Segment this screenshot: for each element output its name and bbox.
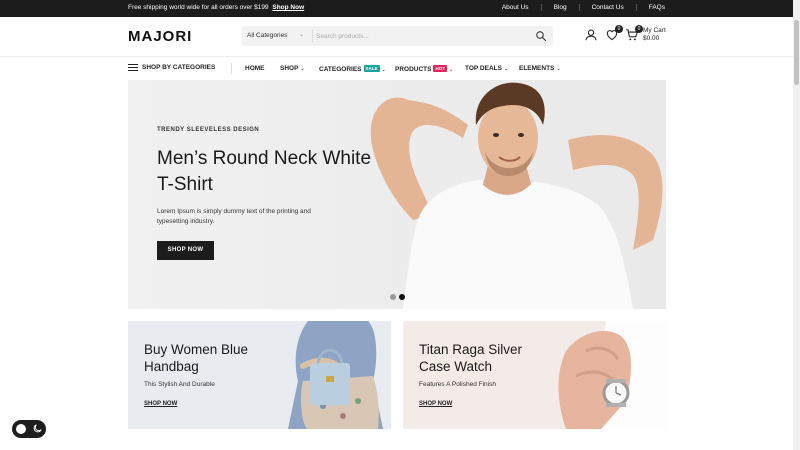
- handbag-model-image: [288, 321, 383, 429]
- nav-top-deals-label: TOP DEALS: [465, 65, 502, 72]
- cart-summary[interactable]: My Cart $0.00: [643, 27, 666, 43]
- nav-elements-label: ELEMENTS: [519, 65, 555, 72]
- toggle-knob: [16, 424, 26, 434]
- site-logo[interactable]: MAJORI: [128, 28, 192, 45]
- shop-by-categories-label: SHOP BY CATEGORIES: [142, 64, 216, 71]
- contact-us-link[interactable]: Contact Us: [578, 4, 624, 11]
- banner-subtitle: This Stylish And Durable: [144, 381, 215, 388]
- chevron-down-icon: ⌄: [381, 67, 386, 73]
- nav-item-shop[interactable]: SHOP ⌄: [280, 65, 305, 72]
- chevron-down-icon: ⌄: [556, 66, 561, 72]
- hero-eyebrow: TRENDY SLEEVELESS DESIGN: [157, 127, 260, 133]
- promo-text: Free shipping world wide for all orders …: [128, 4, 269, 11]
- nav-item-top-deals[interactable]: TOP DEALS ⌄: [465, 65, 508, 72]
- nav-item-products[interactable]: PRODUCTS HOT ⌄: [395, 65, 453, 73]
- slider-dot-2[interactable]: [399, 294, 405, 300]
- shop-by-categories-button[interactable]: SHOP BY CATEGORIES: [128, 64, 215, 71]
- nav-categories-label: CATEGORIES: [319, 66, 362, 73]
- banner-title: Buy Women Blue Handbag: [144, 342, 249, 374]
- site-header: MAJORI All Categories ⌄ 0 0 My Cart $0.0…: [0, 17, 793, 57]
- nav-products-label: PRODUCTS: [395, 66, 432, 73]
- wishlist-button[interactable]: 0: [605, 25, 623, 42]
- top-links: About Us Blog Contact Us FAQs: [478, 4, 665, 11]
- search-bar: All Categories ⌄: [242, 26, 553, 46]
- nav-item-home[interactable]: HOME: [245, 65, 265, 72]
- cart-button[interactable]: 0: [625, 25, 643, 42]
- nav-item-categories[interactable]: CATEGORIES SALE ⌄: [319, 65, 386, 73]
- promo-banner-handbag[interactable]: Buy Women Blue Handbag This Stylish And …: [128, 321, 391, 429]
- promo-message: Free shipping world wide for all orders …: [128, 4, 304, 11]
- chevron-down-icon: ⌄: [299, 32, 305, 38]
- hero-model-image: [370, 82, 663, 309]
- banner-title: Titan Raga Silver Case Watch: [419, 342, 523, 374]
- category-select[interactable]: All Categories: [247, 32, 287, 39]
- banner-shop-now-link[interactable]: SHOP NOW: [419, 401, 452, 407]
- cart-label: My Cart: [643, 27, 666, 34]
- slider-pagination: [390, 294, 408, 300]
- user-icon[interactable]: [584, 28, 598, 42]
- menu-icon: [128, 64, 138, 71]
- search-icon[interactable]: [535, 30, 547, 42]
- blog-link[interactable]: Blog: [540, 4, 567, 11]
- top-announcement-bar: Free shipping world wide for all orders …: [0, 0, 793, 17]
- search-input[interactable]: [316, 28, 516, 44]
- wishlist-count-badge: 0: [615, 25, 623, 33]
- hero-description: Lorem Ipsum is simply dummy text of the …: [157, 208, 311, 225]
- nav-divider: [231, 63, 232, 74]
- slider-dot-1[interactable]: [390, 294, 396, 300]
- banner-subtitle: Features A Polished Finish: [419, 381, 496, 388]
- cart-count-badge: 0: [635, 25, 643, 33]
- moon-icon: [33, 424, 42, 433]
- nav-home-label: HOME: [245, 65, 265, 72]
- chevron-down-icon: ⌄: [503, 66, 509, 72]
- sale-badge: SALE: [363, 65, 380, 72]
- hero-title: Men’s Round Neck White T-Shirt: [157, 148, 372, 195]
- dark-mode-toggle[interactable]: [12, 420, 46, 438]
- scrollbar-thumb[interactable]: [794, 20, 799, 85]
- cart-total: $0.00: [643, 35, 660, 42]
- search-divider: [312, 30, 313, 42]
- hero-slider: TRENDY SLEEVELESS DESIGN Men’s Round Nec…: [128, 80, 666, 309]
- about-us-link[interactable]: About Us: [490, 4, 529, 11]
- page-scrollbar[interactable]: [793, 0, 800, 450]
- watch-model-image: [558, 321, 666, 429]
- nav-shop-label: SHOP: [280, 65, 299, 72]
- nav-item-elements[interactable]: ELEMENTS ⌄: [519, 65, 561, 72]
- promo-banner-watch[interactable]: Titan Raga Silver Case Watch Features A …: [403, 321, 666, 429]
- hero-shop-now-button[interactable]: SHOP NOW: [157, 241, 214, 260]
- banner-shop-now-link[interactable]: SHOP NOW: [144, 401, 177, 407]
- hot-badge: HOT: [433, 65, 447, 72]
- chevron-down-icon: ⌄: [300, 66, 305, 72]
- faqs-link[interactable]: FAQs: [635, 4, 665, 11]
- promo-shop-now-link[interactable]: Shop Now: [272, 4, 304, 11]
- main-navigation: SHOP BY CATEGORIES HOME SHOP ⌄ CATEGORIES…: [0, 58, 793, 79]
- chevron-down-icon: ⌄: [448, 67, 454, 73]
